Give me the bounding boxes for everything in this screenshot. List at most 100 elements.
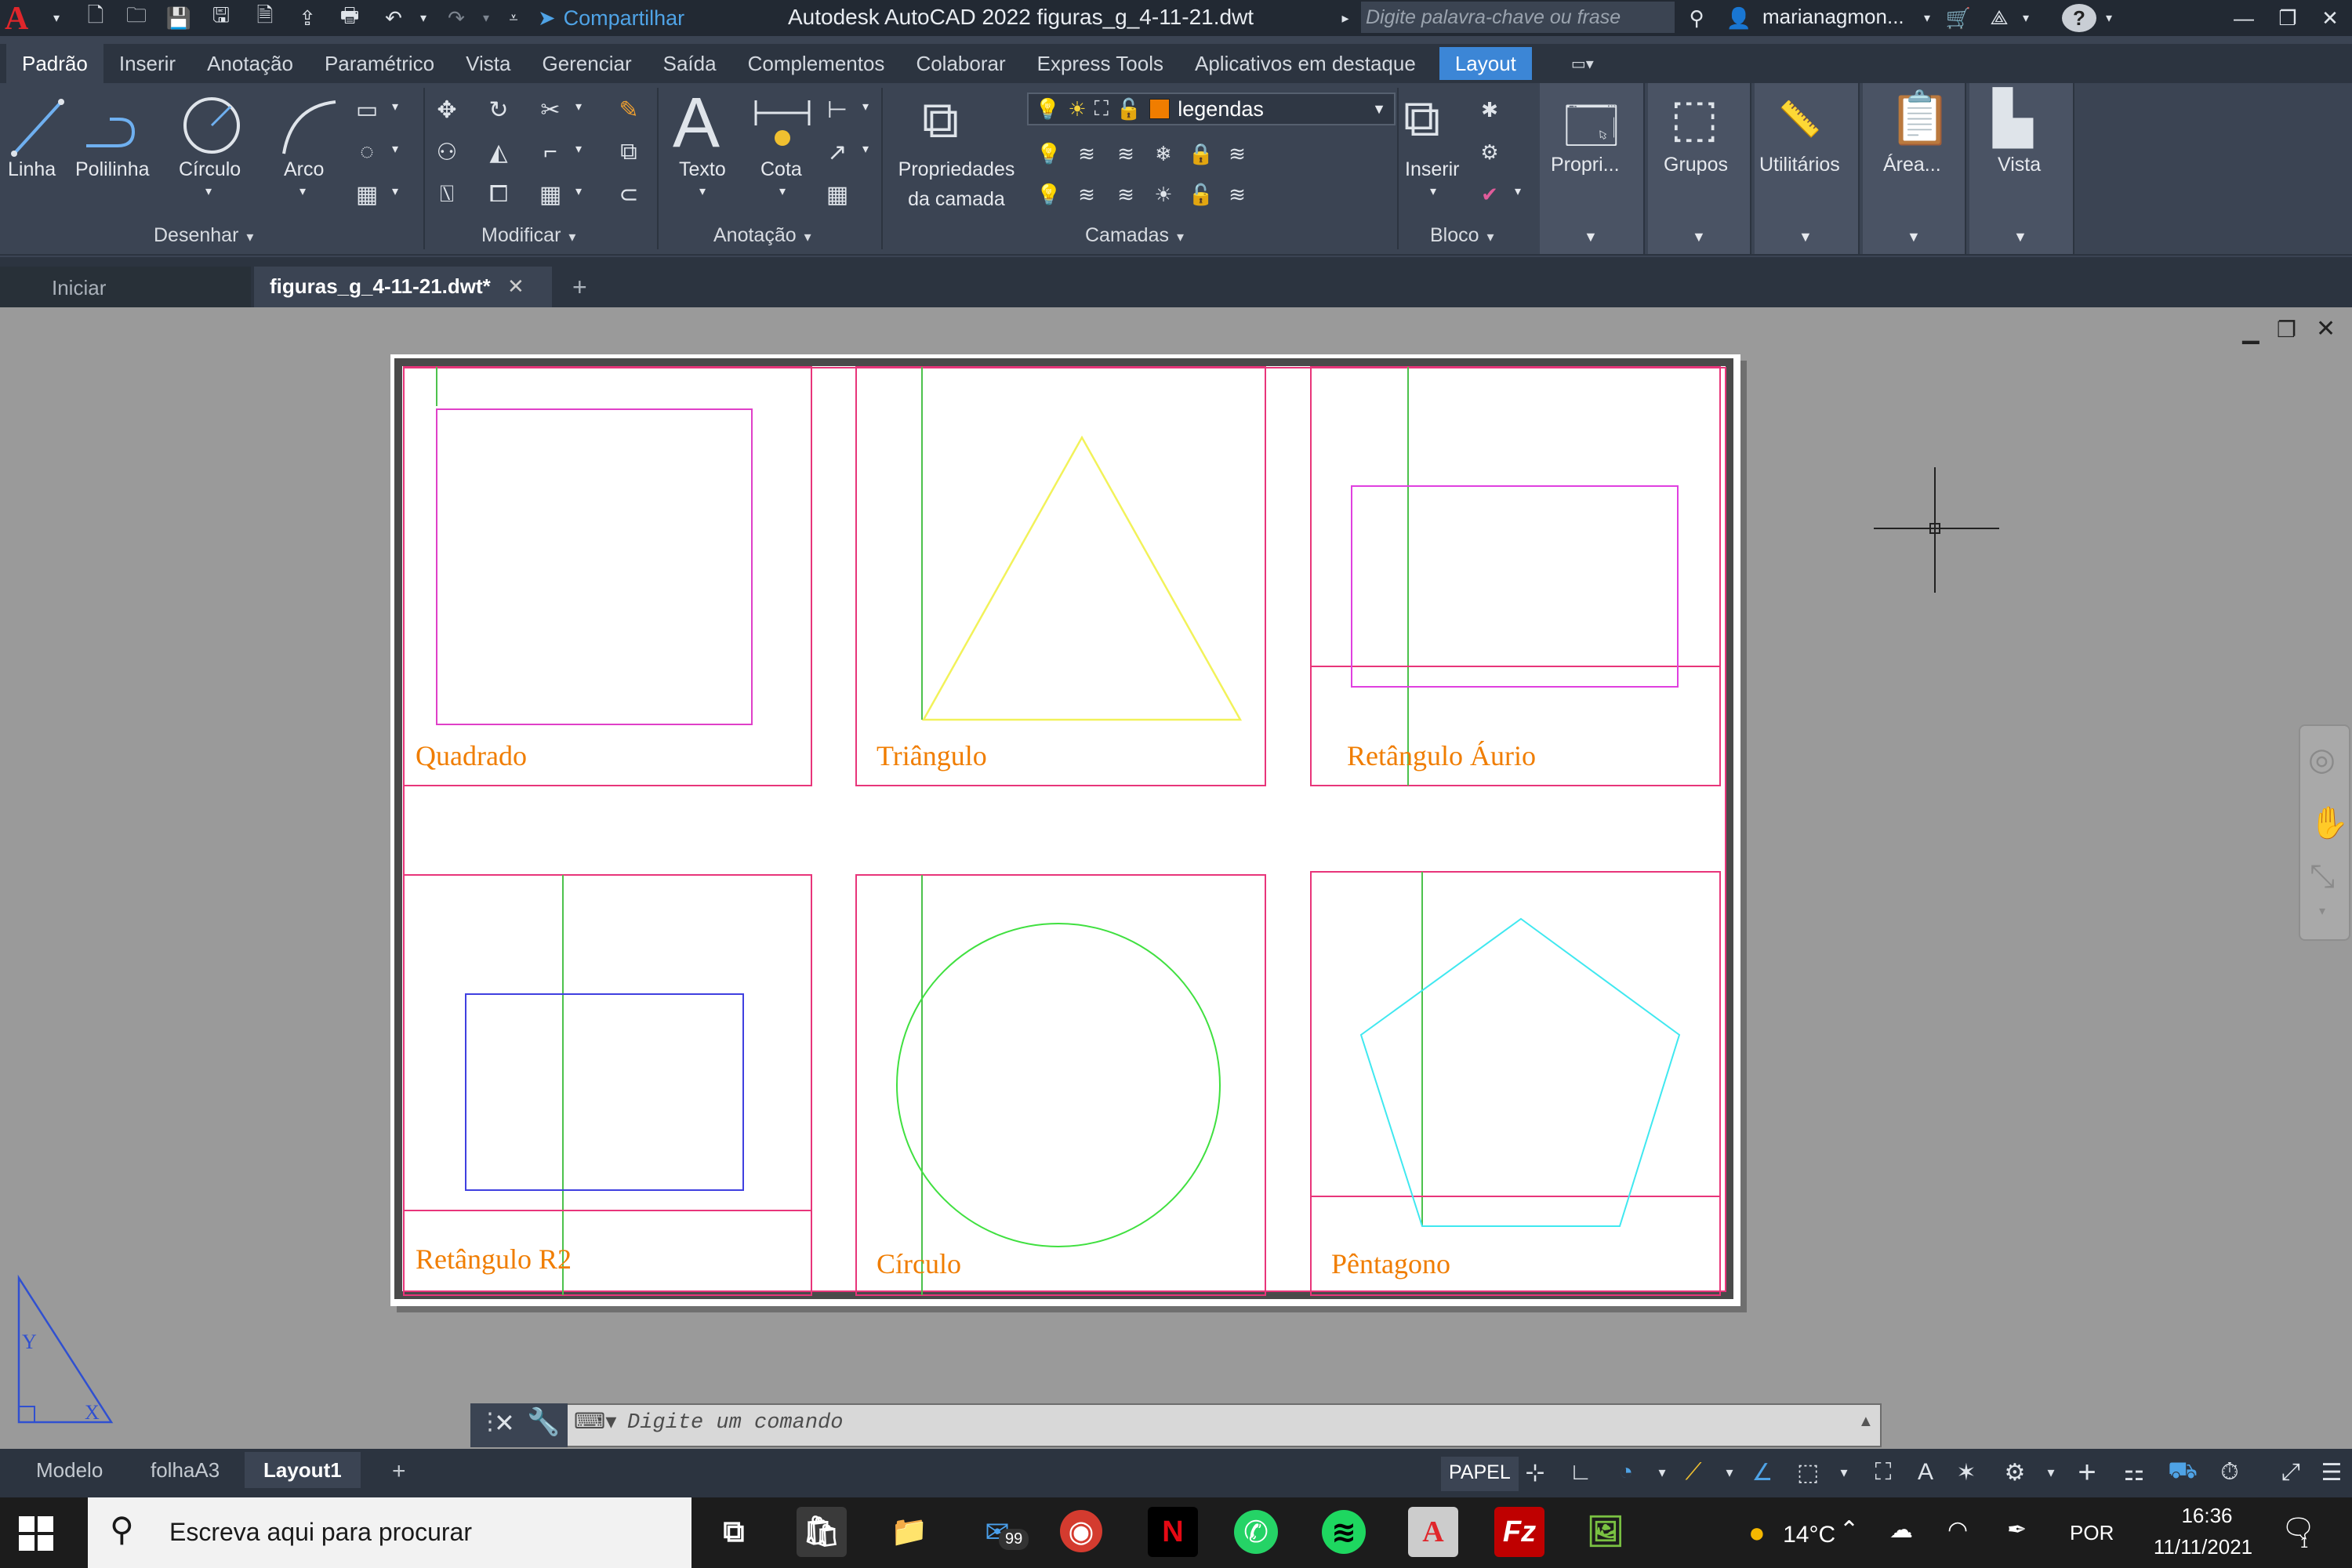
layer-make-current-icon[interactable]: ≋ — [1069, 177, 1104, 212]
file-explorer-icon[interactable]: 📁 — [884, 1507, 935, 1557]
tab-parametrico[interactable]: Paramétrico — [309, 44, 450, 83]
language-indicator[interactable]: POR — [2070, 1521, 2114, 1545]
dimension-tool-label[interactable]: Cota — [760, 158, 802, 181]
clock-time[interactable]: 16:36 — [2164, 1504, 2250, 1528]
trim-dropdown-icon[interactable]: ▾ — [575, 99, 582, 114]
store-icon[interactable]: 🛍 — [797, 1507, 847, 1557]
image-app-icon[interactable]: 🖼 — [1581, 1507, 1631, 1557]
pen-icon[interactable]: ✒ — [2007, 1516, 2027, 1544]
layout-tab-model[interactable]: Modelo — [17, 1452, 122, 1488]
tab-layout[interactable]: Layout — [1439, 47, 1532, 80]
tab-inserir[interactable]: Inserir — [103, 44, 191, 83]
layer-dropdown-chevron-icon[interactable]: ▼ — [1372, 101, 1386, 118]
hatch-region-icon[interactable]: ◌ — [350, 135, 384, 169]
layer-properties-label-1[interactable]: Propriedades — [894, 158, 1019, 181]
show-hidden-icons-chevron[interactable]: ⌃ — [1839, 1516, 1859, 1544]
linear-dropdown-icon[interactable]: ▾ — [862, 99, 869, 114]
help-search-input[interactable]: Digite palavra-chave ou frase — [1361, 2, 1675, 33]
circle-tool-label[interactable]: Círculo — [179, 158, 241, 181]
close-window-icon[interactable]: ✕ — [2313, 3, 2347, 33]
workspace-dropdown-icon[interactable]: ▾ — [2034, 1455, 2068, 1490]
layout-tab-folhaa3[interactable]: folhaA3 — [132, 1452, 238, 1488]
groups-panel-button[interactable]: ⬚ Grupos ▼ — [1648, 83, 1751, 254]
share-button[interactable]: ➤ Compartilhar — [538, 3, 684, 33]
transparency-icon[interactable]: ⬚ — [1791, 1455, 1825, 1490]
annotation-monitor-icon[interactable]: + — [2070, 1455, 2104, 1490]
layer-match-icon[interactable]: ≋ — [1069, 136, 1104, 171]
zoom-extents-icon[interactable]: ⤡ — [2310, 859, 2335, 895]
modify-group-title[interactable]: Modificar ▾ — [481, 224, 575, 247]
array-icon[interactable]: ▦ — [533, 177, 568, 212]
netflix-icon[interactable]: N — [1148, 1507, 1198, 1557]
fillet-icon[interactable]: ⌐ — [533, 135, 568, 169]
layer-properties-label-2[interactable]: da camada — [894, 188, 1019, 211]
layer-on-icon[interactable]: 💡 — [1035, 97, 1060, 122]
viewport-minimize-icon[interactable]: ▁ — [2242, 318, 2259, 344]
command-history-icon[interactable]: ▲ — [1858, 1413, 1874, 1431]
tab-anotacao[interactable]: Anotação — [191, 44, 309, 83]
polar-dropdown-icon[interactable]: ▾ — [1645, 1455, 1679, 1490]
onedrive-icon[interactable]: ☁ — [1889, 1516, 1913, 1544]
nav-dropdown-icon[interactable]: ▾ — [2319, 903, 2325, 919]
help-dropdown-icon[interactable]: ▾ — [2101, 3, 2117, 33]
mirror-icon[interactable]: ◭ — [481, 135, 516, 169]
layers-group-title[interactable]: Camadas ▾ — [1085, 224, 1184, 247]
hatch-dropdown-icon[interactable]: ▾ — [392, 183, 398, 199]
app-dropdown-icon[interactable]: ▾ — [2018, 3, 2034, 33]
line-tool-icon[interactable] — [6, 91, 66, 162]
layer-color-swatch[interactable] — [1149, 99, 1171, 119]
copy-icon[interactable]: ⚇ — [430, 135, 464, 169]
text-dropdown-icon[interactable]: ▾ — [699, 183, 706, 199]
rectangle-tool-icon[interactable]: ▭ — [350, 93, 384, 127]
annotation-group-title[interactable]: Anotação ▾ — [713, 224, 811, 247]
notification-center-icon[interactable]: 🗨 — [2281, 1513, 2315, 1544]
clipboard-panel-button[interactable]: 📋 Área... ▼ — [1863, 83, 1966, 254]
close-tab-icon[interactable]: ✕ — [507, 274, 524, 298]
weather-widget[interactable]: ● 14°C — [1748, 1516, 1835, 1549]
layer-lock-icon[interactable]: 🔒 — [1184, 136, 1218, 171]
block-attribute-icon[interactable]: ✔ — [1472, 177, 1507, 212]
wifi-icon[interactable]: ◠ — [1947, 1516, 1968, 1544]
user-dropdown-icon[interactable]: ▾ — [1919, 3, 1935, 33]
layer-unlock-icon[interactable]: 🔓 — [1116, 97, 1142, 122]
dimension-tool-icon[interactable] — [751, 94, 814, 157]
viewport-restore-icon[interactable]: ❐ — [2277, 317, 2296, 343]
command-close-icon[interactable]: ✕ — [494, 1408, 515, 1438]
spotify-icon[interactable]: ≋ — [1322, 1510, 1366, 1554]
autodesk-app-icon[interactable]: ⟁ — [1982, 3, 2016, 33]
insert-dropdown-icon[interactable]: ▾ — [1430, 183, 1436, 199]
quick-properties-icon[interactable]: ⛟ — [2165, 1455, 2200, 1490]
new-layout-button[interactable]: + — [373, 1452, 425, 1488]
units-icon[interactable]: ⚏ — [2117, 1455, 2151, 1490]
rectangle-dropdown-icon[interactable]: ▾ — [392, 99, 398, 114]
plot-icon[interactable]: 🖶 — [332, 3, 367, 33]
layer-unlock-all-icon[interactable]: 🔓 — [1184, 177, 1218, 212]
object-snap-tracking-icon[interactable]: ⟋ — [1676, 1455, 1711, 1490]
dimension-dropdown-icon[interactable]: ▾ — [779, 183, 786, 199]
arc-tool-label[interactable]: Arco — [284, 158, 324, 181]
hatch-tool-icon[interactable]: ▦ — [350, 177, 384, 212]
lineweight-icon[interactable]: ∠ — [1745, 1455, 1780, 1490]
linear-dim-icon[interactable]: ⊢ — [820, 93, 855, 127]
save-web-icon[interactable]: ⇪ — [290, 3, 325, 33]
transparency-dropdown-icon[interactable]: ▾ — [1827, 1455, 1861, 1490]
polar-tracking-icon[interactable]: ◔ — [1609, 1455, 1643, 1490]
move-icon[interactable]: ✥ — [430, 93, 464, 127]
ribbon-display-toggle-icon[interactable]: ▭▾ — [1555, 44, 1610, 83]
line-tool-label[interactable]: Linha — [8, 158, 56, 181]
tab-gerenciar[interactable]: Gerenciar — [526, 44, 647, 83]
selection-cycling-icon[interactable]: ⛶ — [1866, 1455, 1900, 1490]
text-tool-label[interactable]: Texto — [679, 158, 726, 181]
help-icon[interactable]: ? — [2062, 4, 2096, 32]
new-file-icon[interactable]: 🗋 — [78, 3, 113, 33]
layer-unisolate-icon[interactable]: 💡 — [1032, 177, 1066, 212]
fillet-dropdown-icon[interactable]: ▾ — [575, 141, 582, 157]
doc-tab-current[interactable]: figuras_g_4-11-21.dwt* ✕ — [254, 267, 552, 307]
windows-start-icon[interactable] — [16, 1513, 56, 1554]
paper-sheet[interactable]: Quadrado Triângulo Retângulo Áurio Retân… — [390, 354, 1740, 1306]
layer-properties-icon[interactable]: ⧉ — [922, 89, 959, 151]
clean-screen-icon[interactable]: ⤢ — [2274, 1455, 2308, 1490]
layer-walk-icon[interactable]: ≋ — [1220, 136, 1254, 171]
layer-on-all-icon[interactable]: ☀ — [1146, 177, 1181, 212]
autocad-taskbar-icon[interactable]: A — [1408, 1507, 1458, 1557]
